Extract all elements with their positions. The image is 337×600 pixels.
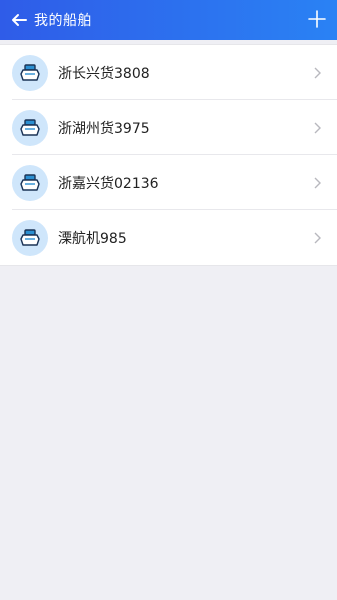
chevron-right-icon: [311, 121, 325, 135]
ship-list-item[interactable]: 浙湖州货3975: [0, 100, 337, 155]
ship-list-item[interactable]: 浙嘉兴货02136: [0, 155, 337, 210]
ship-name: 浙嘉兴货02136: [58, 175, 159, 192]
chevron-right-icon: [311, 66, 325, 80]
ship-avatar: [12, 54, 48, 91]
ship-avatar: [12, 219, 48, 256]
ship-name: 浙长兴货3808: [58, 65, 150, 82]
add-ship-button[interactable]: [307, 9, 327, 29]
arrow-left-icon: [12, 14, 27, 26]
ship-icon: [20, 228, 40, 246]
ship-list: 浙长兴货3808 浙湖州货3975 浙嘉兴货02136 溧航机985: [0, 44, 337, 266]
ship-list-item[interactable]: 溧航机985: [0, 210, 337, 265]
top-app-bar: 我的船舶: [0, 0, 337, 40]
ship-name: 溧航机985: [58, 230, 127, 247]
back-button[interactable]: [8, 9, 30, 31]
ship-avatar: [12, 109, 48, 146]
ship-icon: [20, 63, 40, 81]
chevron-right-icon: [311, 231, 325, 245]
plus-icon: [308, 10, 326, 28]
chevron-right-icon: [311, 176, 325, 190]
ship-list-item[interactable]: 浙长兴货3808: [0, 45, 337, 100]
page-title: 我的船舶: [34, 13, 92, 29]
ship-icon: [20, 118, 40, 136]
ship-name: 浙湖州货3975: [58, 120, 150, 137]
ship-icon: [20, 173, 40, 191]
app-root: 我的船舶 浙长兴货3808 浙湖州货3975 浙嘉兴货02136 溧航机985: [0, 0, 337, 600]
ship-avatar: [12, 164, 48, 201]
